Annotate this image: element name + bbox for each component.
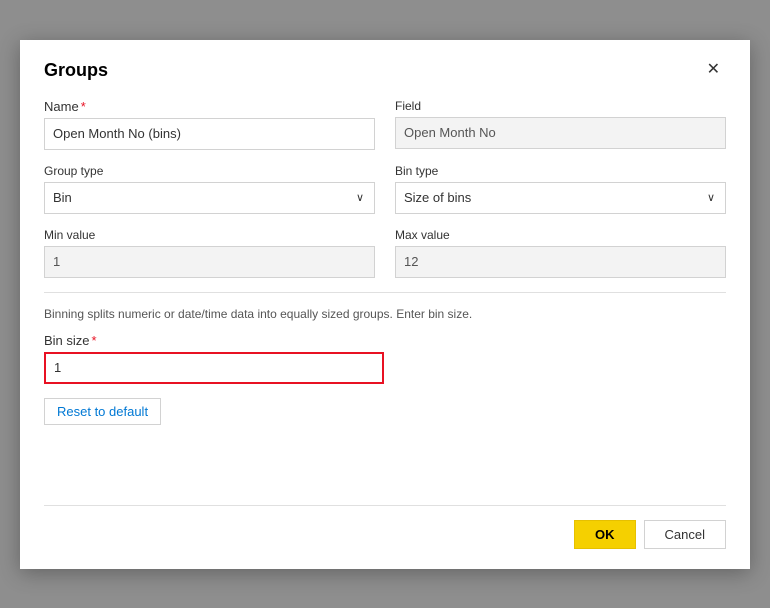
close-button[interactable]: ✕ bbox=[701, 60, 726, 80]
dialog-header: Groups ✕ bbox=[44, 60, 726, 81]
max-value-group: Max value bbox=[395, 228, 726, 278]
bin-type-group: Bin type Size of bins ∨ bbox=[395, 164, 726, 214]
field-group: Field bbox=[395, 99, 726, 150]
min-max-row: Min value Max value bbox=[44, 228, 726, 278]
name-field-row: Name* Field bbox=[44, 99, 726, 150]
bin-type-value: Size of bins bbox=[396, 184, 697, 211]
max-value-input bbox=[395, 246, 726, 278]
min-value-group: Min value bbox=[44, 228, 375, 278]
group-type-chevron-icon: ∨ bbox=[346, 191, 374, 204]
field-input bbox=[395, 117, 726, 149]
name-label: Name* bbox=[44, 99, 375, 114]
max-value-label: Max value bbox=[395, 228, 726, 242]
reset-to-default-button[interactable]: Reset to default bbox=[44, 398, 161, 425]
info-text: Binning splits numeric or date/time data… bbox=[44, 307, 726, 321]
group-type-value: Bin bbox=[45, 184, 346, 211]
bin-type-chevron-icon: ∨ bbox=[697, 191, 725, 204]
group-type-group: Group type Bin ∨ bbox=[44, 164, 375, 214]
bin-type-label: Bin type bbox=[395, 164, 726, 178]
name-input[interactable] bbox=[44, 118, 375, 150]
divider bbox=[44, 292, 726, 293]
dialog-title: Groups bbox=[44, 60, 108, 81]
min-value-input bbox=[44, 246, 375, 278]
cancel-button[interactable]: Cancel bbox=[644, 520, 726, 549]
bin-size-label: Bin size* bbox=[44, 333, 726, 348]
name-group: Name* bbox=[44, 99, 375, 150]
bin-size-input-wrapper bbox=[44, 352, 384, 384]
bin-size-input[interactable] bbox=[54, 360, 374, 375]
dialog: Groups ✕ Name* Field Group type Bin bbox=[20, 40, 750, 569]
group-type-label: Group type bbox=[44, 164, 375, 178]
field-label: Field bbox=[395, 99, 726, 113]
bin-size-group: Bin size* bbox=[44, 333, 726, 384]
group-type-bin-type-row: Group type Bin ∨ Bin type Size of bins ∨ bbox=[44, 164, 726, 214]
bin-type-select[interactable]: Size of bins ∨ bbox=[395, 182, 726, 214]
dialog-footer: OK Cancel bbox=[44, 505, 726, 549]
dialog-overlay: Groups ✕ Name* Field Group type Bin bbox=[0, 0, 770, 608]
group-type-select[interactable]: Bin ∨ bbox=[44, 182, 375, 214]
min-value-label: Min value bbox=[44, 228, 375, 242]
ok-button[interactable]: OK bbox=[574, 520, 636, 549]
